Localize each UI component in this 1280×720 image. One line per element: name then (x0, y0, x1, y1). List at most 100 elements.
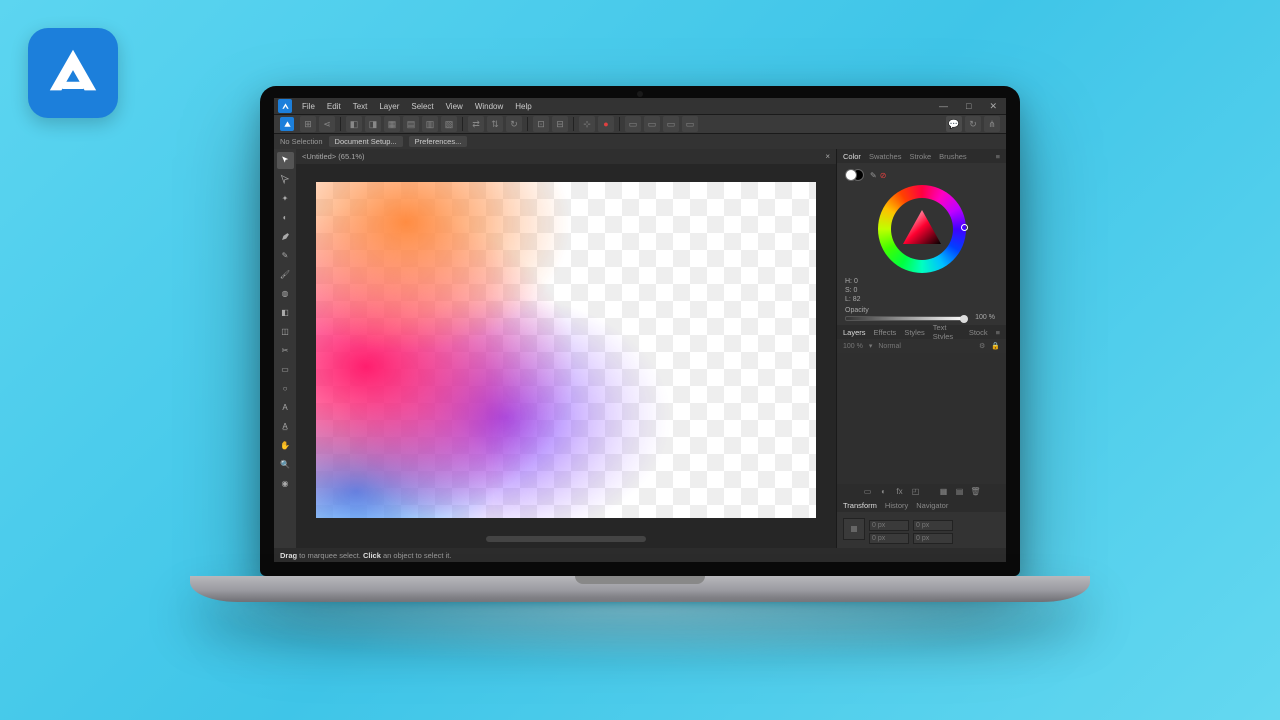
tab-color[interactable]: Color (843, 152, 861, 161)
window-maximize-button[interactable]: □ (961, 101, 976, 112)
crop-layer-icon[interactable]: ◰ (910, 487, 921, 496)
adjustment-layer-icon[interactable]: ◐ (878, 487, 889, 496)
align-bottom-icon[interactable]: ▧ (441, 116, 457, 132)
move-tool-icon[interactable] (277, 152, 294, 169)
layers-options-icon[interactable]: ≡ (996, 328, 1000, 337)
point-transform-icon[interactable]: ✦ (277, 190, 294, 207)
tab-stroke[interactable]: Stroke (909, 152, 931, 161)
w-field[interactable] (869, 533, 909, 544)
tab-layers[interactable]: Layers (843, 328, 866, 337)
order-backward-icon[interactable]: ▭ (663, 116, 679, 132)
text-tool-icon[interactable]: A (277, 399, 294, 416)
opacity-slider[interactable]: 100 % (845, 316, 966, 321)
tab-history[interactable]: History (885, 501, 908, 510)
align-middle-icon[interactable]: ▥ (422, 116, 438, 132)
tab-transform[interactable]: Transform (843, 501, 877, 510)
layers-list[interactable] (837, 353, 1006, 484)
align-top-icon[interactable]: ▤ (403, 116, 419, 132)
color-wheel[interactable] (878, 185, 966, 273)
group-icon[interactable]: ⊡ (533, 116, 549, 132)
node-tool-icon[interactable] (277, 171, 294, 188)
h-field[interactable] (913, 533, 953, 544)
hue-handle[interactable] (961, 224, 968, 231)
window-close-button[interactable]: ✕ (984, 101, 1002, 112)
gradient-tool-icon[interactable]: ◧ (277, 304, 294, 321)
opacity-handle[interactable] (960, 315, 968, 323)
brush-tool-icon[interactable]: 🖌 (277, 266, 294, 283)
align-left-icon[interactable]: ◧ (346, 116, 362, 132)
document-setup-button[interactable]: Document Setup... (329, 136, 403, 147)
ellipse-tool-icon[interactable]: ○ (277, 380, 294, 397)
tab-brushes[interactable]: Brushes (939, 152, 967, 161)
frame-text-tool-icon[interactable]: A̲ (277, 418, 294, 435)
color-none-icon[interactable]: ⊘ (880, 171, 887, 180)
sync-icon[interactable]: ↻ (965, 116, 981, 132)
zoom-tool-icon[interactable]: 🔍 (277, 456, 294, 473)
artboard[interactable] (316, 182, 816, 518)
add-pixel-layer-icon[interactable]: ▤ (954, 487, 965, 496)
arrange-icon[interactable]: ⊞ (300, 116, 316, 132)
transparency-tool-icon[interactable]: ◫ (277, 323, 294, 340)
horizontal-scrollbar[interactable] (486, 536, 646, 542)
close-tab-icon[interactable]: × (825, 152, 830, 161)
delete-layer-icon[interactable]: 🗑 (970, 487, 981, 496)
menu-file[interactable]: File (297, 102, 320, 111)
snap-icon[interactable]: ⊹ (579, 116, 595, 132)
flip-v-icon[interactable]: ⇅ (487, 116, 503, 132)
canvas-viewport[interactable] (296, 164, 836, 536)
layer-opacity-value[interactable]: 100 % (843, 343, 863, 350)
anchor-widget[interactable] (843, 518, 865, 540)
menu-layer[interactable]: Layer (374, 102, 404, 111)
eyedropper-icon[interactable]: ✎ (870, 171, 877, 180)
align-center-icon[interactable]: ◨ (365, 116, 381, 132)
order-back-icon[interactable]: ▭ (682, 116, 698, 132)
y-field[interactable] (913, 520, 953, 531)
lock-icon[interactable]: ● (598, 116, 614, 132)
webcam-dot (637, 91, 643, 97)
mask-layer-icon[interactable]: ▭ (862, 487, 873, 496)
tools-panel: ✦ ◐ ✎ 🖌 ◍ ◧ ◫ ✂ ▭ ○ A A̲ ✋ 🔍 ◉ (274, 149, 296, 548)
order-front-icon[interactable]: ▭ (625, 116, 641, 132)
x-field[interactable] (869, 520, 909, 531)
flip-h-icon[interactable]: ⇄ (468, 116, 484, 132)
pencil-tool-icon[interactable]: ✎ (277, 247, 294, 264)
tab-stock[interactable]: Stock (969, 328, 988, 337)
hand-tool-icon[interactable]: ✋ (277, 437, 294, 454)
menu-window[interactable]: Window (470, 102, 508, 111)
color-panel: ✎ ⊘ H: 0 S: 0 L: 82 (837, 163, 1006, 325)
window-minimize-button[interactable]: — (934, 101, 953, 112)
menu-help[interactable]: Help (510, 102, 536, 111)
panel-options-icon[interactable]: ≡ (996, 152, 1000, 161)
ungroup-icon[interactable]: ⊟ (552, 116, 568, 132)
lock-layer-icon[interactable]: 🔒 (991, 342, 1000, 350)
corner-tool-icon[interactable]: ◐ (277, 209, 294, 226)
fx-layer-icon[interactable]: fx (894, 487, 905, 496)
app-menu-icon[interactable] (278, 99, 292, 113)
gear-icon[interactable]: ⚙ (979, 342, 985, 350)
tab-effects[interactable]: Effects (874, 328, 897, 337)
share-icon[interactable]: ⋖ (319, 116, 335, 132)
tab-styles[interactable]: Styles (904, 328, 924, 337)
add-layer-icon[interactable]: ▦ (938, 487, 949, 496)
blend-mode-select[interactable]: Normal (878, 343, 901, 350)
align-right-icon[interactable]: ▦ (384, 116, 400, 132)
menu-edit[interactable]: Edit (322, 102, 346, 111)
fill-tool-icon[interactable]: ◍ (277, 285, 294, 302)
menu-select[interactable]: Select (406, 102, 438, 111)
tab-swatches[interactable]: Swatches (869, 152, 902, 161)
pen-tool-icon[interactable] (277, 228, 294, 245)
preferences-button[interactable]: Preferences... (409, 136, 468, 147)
shape-tool-icon[interactable]: ▭ (277, 361, 294, 378)
persona-designer-icon[interactable] (280, 117, 294, 131)
rotate-icon[interactable]: ↻ (506, 116, 522, 132)
order-forward-icon[interactable]: ▭ (644, 116, 660, 132)
tab-navigator[interactable]: Navigator (916, 501, 948, 510)
account-icon[interactable]: ⋔ (984, 116, 1000, 132)
foreground-swatch[interactable] (845, 169, 857, 181)
assistant-icon[interactable]: 💬 (946, 116, 962, 132)
color-picker-tool-icon[interactable]: ◉ (277, 475, 294, 492)
menu-text[interactable]: Text (348, 102, 373, 111)
crop-tool-icon[interactable]: ✂ (277, 342, 294, 359)
menu-view[interactable]: View (441, 102, 468, 111)
document-tab[interactable]: <Untitled> (65.1%) (302, 152, 365, 161)
